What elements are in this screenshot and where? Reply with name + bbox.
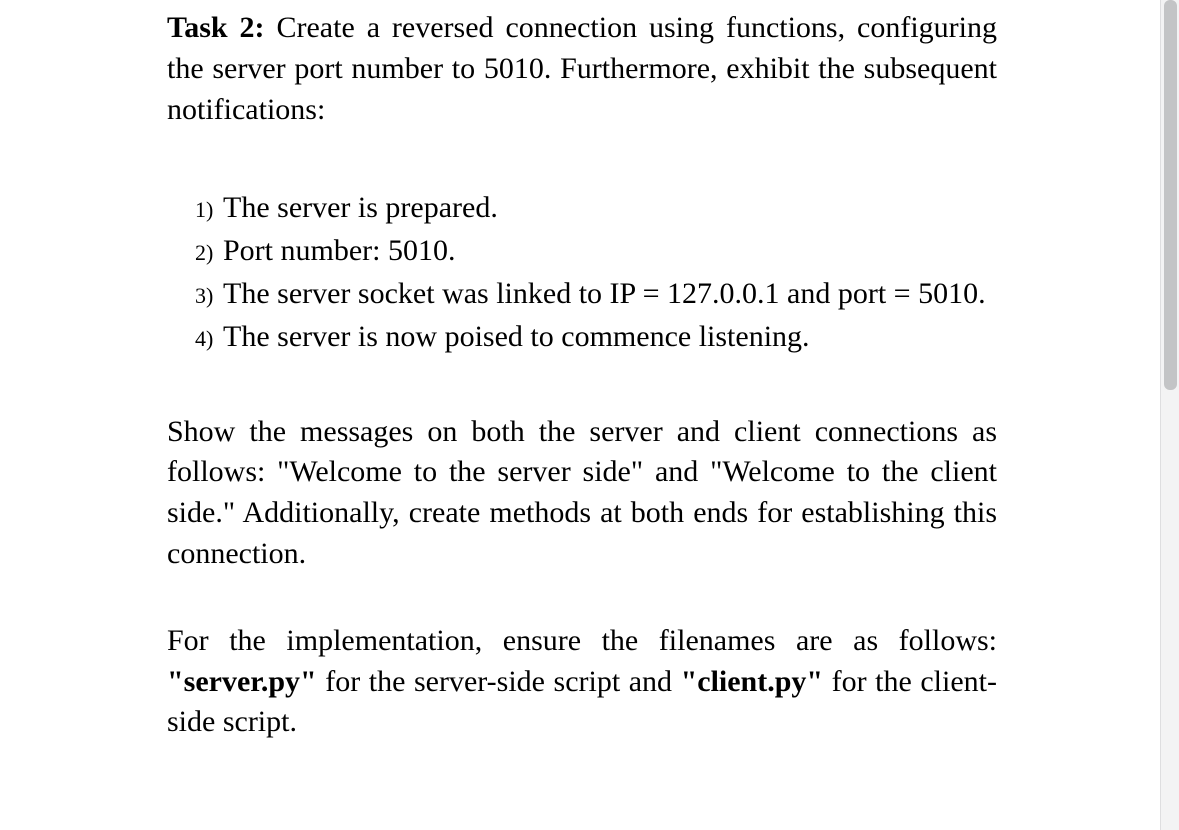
paragraph-filenames: For the implementation, ensure the filen… [167,621,997,743]
task-heading: Task 2: Create a reversed connection usi… [167,8,997,130]
list-text: The server is now poised to commence lis… [223,317,997,358]
filename-server: "server.py" [167,665,317,698]
list-text: The server is prepared. [223,188,997,229]
task-label: Task 2: [167,11,265,44]
list-item: 1) The server is prepared. [195,188,997,229]
text-segment: for the server-side script and [317,665,681,698]
list-marker: 2) [195,238,223,268]
filename-client: "client.py" [681,665,823,698]
list-marker: 3) [195,281,223,311]
list-marker: 4) [195,324,223,354]
vertical-scrollbar-track[interactable] [1160,0,1179,830]
list-text: Port number: 5010. [223,231,997,272]
vertical-scrollbar-thumb[interactable] [1164,0,1177,390]
paragraph-messages: Show the messages on both the server and… [167,412,997,575]
notification-list: 1) The server is prepared. 2) Port numbe… [167,188,997,357]
task-intro: Create a reversed connection using funct… [167,11,997,126]
list-item: 4) The server is now poised to commence … [195,317,997,358]
list-text: The server socket was linked to IP = 127… [223,274,997,315]
list-item: 3) The server socket was linked to IP = … [195,274,997,315]
list-marker: 1) [195,195,223,225]
list-item: 2) Port number: 5010. [195,231,997,272]
text-segment: For the implementation, ensure the filen… [167,624,997,657]
document-page: Task 2: Create a reversed connection usi… [0,0,1179,751]
